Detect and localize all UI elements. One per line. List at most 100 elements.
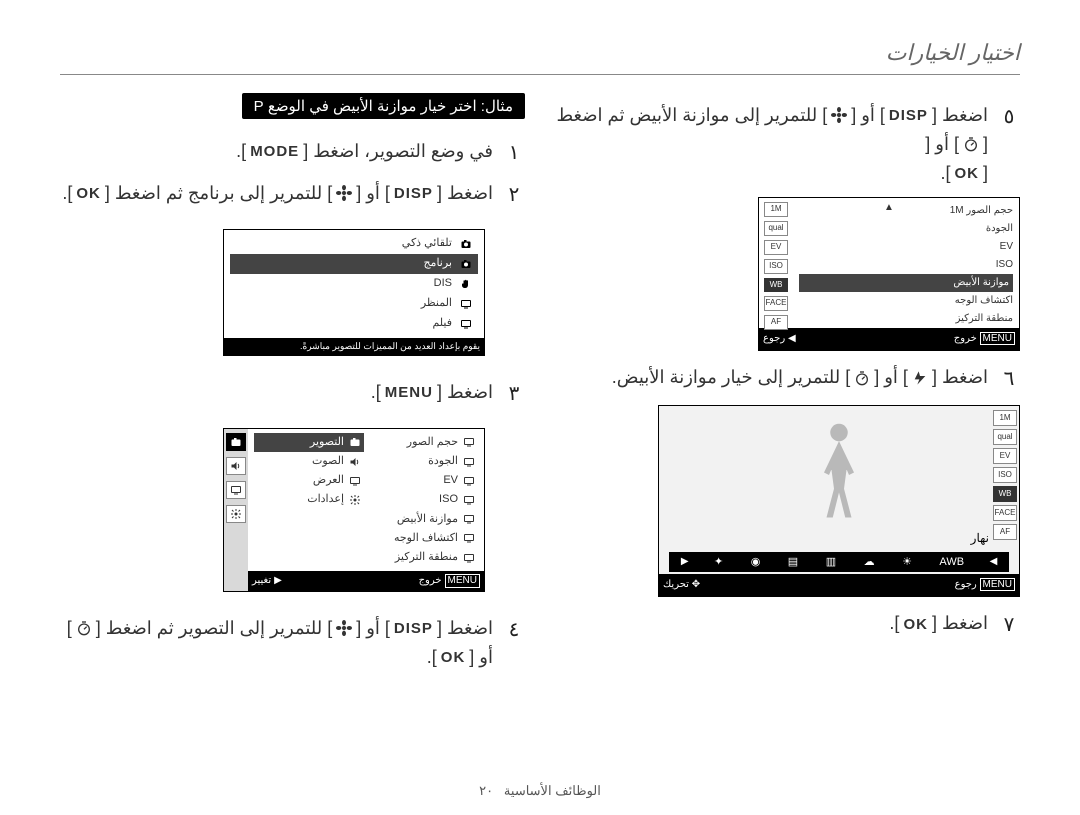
shoot-strip-icon: FACE: [764, 296, 788, 311]
wb-strip-icon: WB: [993, 486, 1017, 502]
step-2-screen: تلقائي ذكي برنامج DIS المنظر فيلم يقوم بإعدا…: [60, 221, 525, 368]
landscape-icon: [458, 297, 474, 311]
af-area-icon: [462, 552, 476, 564]
menu-item: اكتشاف الوجه: [368, 529, 478, 548]
step-number: ٣: [503, 378, 525, 410]
shoot-footer: MENU خروج ◀ رجوع: [759, 328, 1019, 350]
timer-icon: [959, 133, 983, 157]
disp-key: DISP: [390, 617, 437, 641]
shoot-menu-line: EV: [799, 238, 1013, 256]
content-columns: مثال: اختر خيار موازنة الأبيض في الوضع P…: [60, 93, 1020, 682]
wb-option-tungsten: ◉: [749, 554, 763, 572]
wb-strip-icon: EV: [993, 448, 1017, 464]
mode-menu-item: المنظر: [230, 294, 478, 314]
shoot-strip-icon: AF: [764, 315, 788, 330]
step-text: اضغط [MENU].: [60, 378, 493, 407]
display-icon: [226, 481, 246, 499]
step-3: ٣ اضغط [MENU].: [60, 378, 525, 410]
steps-1-4: ١ في وضع التصوير، اضغط [MODE]. ٢ اضغط [D…: [60, 137, 525, 672]
ev-icon: [462, 475, 476, 487]
menu-list-right: التصويرالصوتالعرضإعدادات: [254, 433, 364, 567]
step-7: ٧ اضغط [OK].: [555, 609, 1020, 641]
mode-screen: تلقائي ذكي برنامج DIS المنظر فيلم يقوم بإعدا…: [223, 229, 485, 356]
flash-icon: [908, 367, 932, 391]
footer-exit: MENU خروج: [954, 331, 1015, 347]
size-icon: [462, 436, 476, 448]
flower-icon: [827, 104, 851, 128]
step-3-screen: حجم الصورالجودةEVISOموازنة الأبيضاكتشاف …: [60, 420, 525, 604]
camera-auto-icon: [458, 237, 474, 251]
menu-category-strip: [224, 429, 248, 591]
wb-option-AWB: AWB: [937, 554, 966, 572]
step-number: ٥: [998, 101, 1020, 133]
mode-menu: تلقائي ذكي برنامج DIS المنظر فيلم: [230, 234, 478, 334]
column-left: ٥ اضغط [DISP] أو [] للتمرير إلى موازنة ا…: [555, 93, 1020, 682]
footer-back: MENU رجوع: [955, 577, 1015, 593]
ok-key: OK: [72, 182, 105, 206]
wb-option-fluorescent-h: ▥: [824, 554, 838, 572]
mode-item-label: فيلم: [432, 317, 452, 330]
step-5: ٥ اضغط [DISP] أو [] للتمرير إلى موازنة ا…: [555, 101, 1020, 187]
step-number: ١: [503, 137, 525, 169]
menu-category-item: التصوير: [254, 433, 364, 452]
menu-key: MENU: [381, 381, 437, 405]
shoot-strip-icon: ISO: [764, 259, 788, 274]
display-icon: [348, 475, 362, 487]
shoot-menu-line: ISO: [799, 256, 1013, 274]
shoot-menu-line: الجودة: [799, 220, 1013, 238]
wb-screen: 1MqualEVISOWBFACEAF نهار ◀AWB☀☁▥▤◉✦▶ MEN…: [658, 405, 1020, 597]
menu-category-item: العرض: [254, 471, 364, 490]
page-header: اختيار الخيارات: [60, 40, 1020, 66]
menu-category-item: الصوت: [254, 452, 364, 471]
menu-item: حجم الصور: [368, 433, 478, 452]
quality-icon: [462, 456, 476, 468]
menu-item: موازنة الأبيض: [368, 510, 478, 529]
iso-icon: [462, 494, 476, 506]
manual-page: اختيار الخيارات مثال: اختر خيار موازنة ا…: [0, 0, 1080, 815]
step-6: ٦ اضغط [] أو [] للتمرير إلى خيار موازنة …: [555, 363, 1020, 395]
menu-item: منطقة التركيز: [368, 548, 478, 567]
menu-item: EV: [368, 471, 478, 490]
step-2: ٢ اضغط [DISP] أو [] للتمرير إلى برنامج ث…: [60, 179, 525, 211]
example-badge: مثال: اختر خيار موازنة الأبيض في الوضع P: [242, 93, 525, 119]
shoot-icon-strip: 1MqualEVISOWBFACEAF: [759, 198, 793, 328]
wb-icon-strip: 1MqualEVISOWBFACEAF: [993, 410, 1017, 540]
step-1: ١ في وضع التصوير، اضغط [MODE].: [60, 137, 525, 169]
shoot-strip-icon: WB: [764, 278, 788, 293]
step-number: ٤: [503, 614, 525, 646]
menu-list-left: حجم الصورالجودةEVISOموازنة الأبيضاكتشاف …: [368, 433, 478, 567]
column-right: مثال: اختر خيار موازنة الأبيض في الوضع P…: [60, 93, 525, 682]
header-divider: [60, 74, 1020, 75]
wb-option-custom: ✦: [712, 554, 725, 572]
mode-note: يقوم بإعداد العديد من المميزات للتصوير م…: [224, 338, 484, 355]
step-text: اضغط [DISP] أو [] للتمرير إلى التصوير ثم…: [60, 614, 493, 672]
wb-selected-label: نهار: [971, 529, 989, 548]
menu-item: ISO: [368, 490, 478, 509]
film-icon: [458, 317, 474, 331]
mode-item-label: المنظر: [421, 297, 452, 310]
step-5-screen: ▲ حجم الصور 1MالجودةEVISOموازنة الأبيضاك…: [555, 197, 1020, 351]
mode-item-label: تلقائي ذكي: [402, 237, 452, 250]
flower-icon: [332, 617, 356, 641]
ok-key: OK: [437, 646, 470, 670]
camera-icon: [348, 436, 362, 448]
camera-icon: [458, 257, 474, 271]
wb-footer: MENU رجوع ✥ تحريك: [659, 574, 1019, 596]
wb-option-daylight: ☀: [900, 554, 914, 572]
step-number: ٧: [998, 609, 1020, 641]
sound-icon: [226, 457, 246, 475]
footer-change: ▶ تغيير: [252, 575, 282, 587]
wb-strip-icon: ISO: [993, 467, 1017, 483]
mode-item-label: برنامج: [423, 257, 452, 270]
menu-category-item: إعدادات: [254, 490, 364, 509]
wb-strip-icon: qual: [993, 429, 1017, 445]
wb-option-fluorescent-l: ▤: [786, 554, 800, 572]
footer-move: ✥ تحريك: [663, 577, 700, 593]
disp-key: DISP: [885, 104, 932, 128]
shoot-menu-line: اكتشاف الوجه: [799, 292, 1013, 310]
shoot-menu-line: منطقة التركيز: [799, 310, 1013, 328]
menu-screen: حجم الصورالجودةEVISOموازنة الأبيضاكتشاف …: [223, 428, 485, 592]
step-number: ٦: [998, 363, 1020, 395]
mode-item-label: DIS: [434, 277, 452, 290]
flower-icon: [332, 182, 356, 206]
